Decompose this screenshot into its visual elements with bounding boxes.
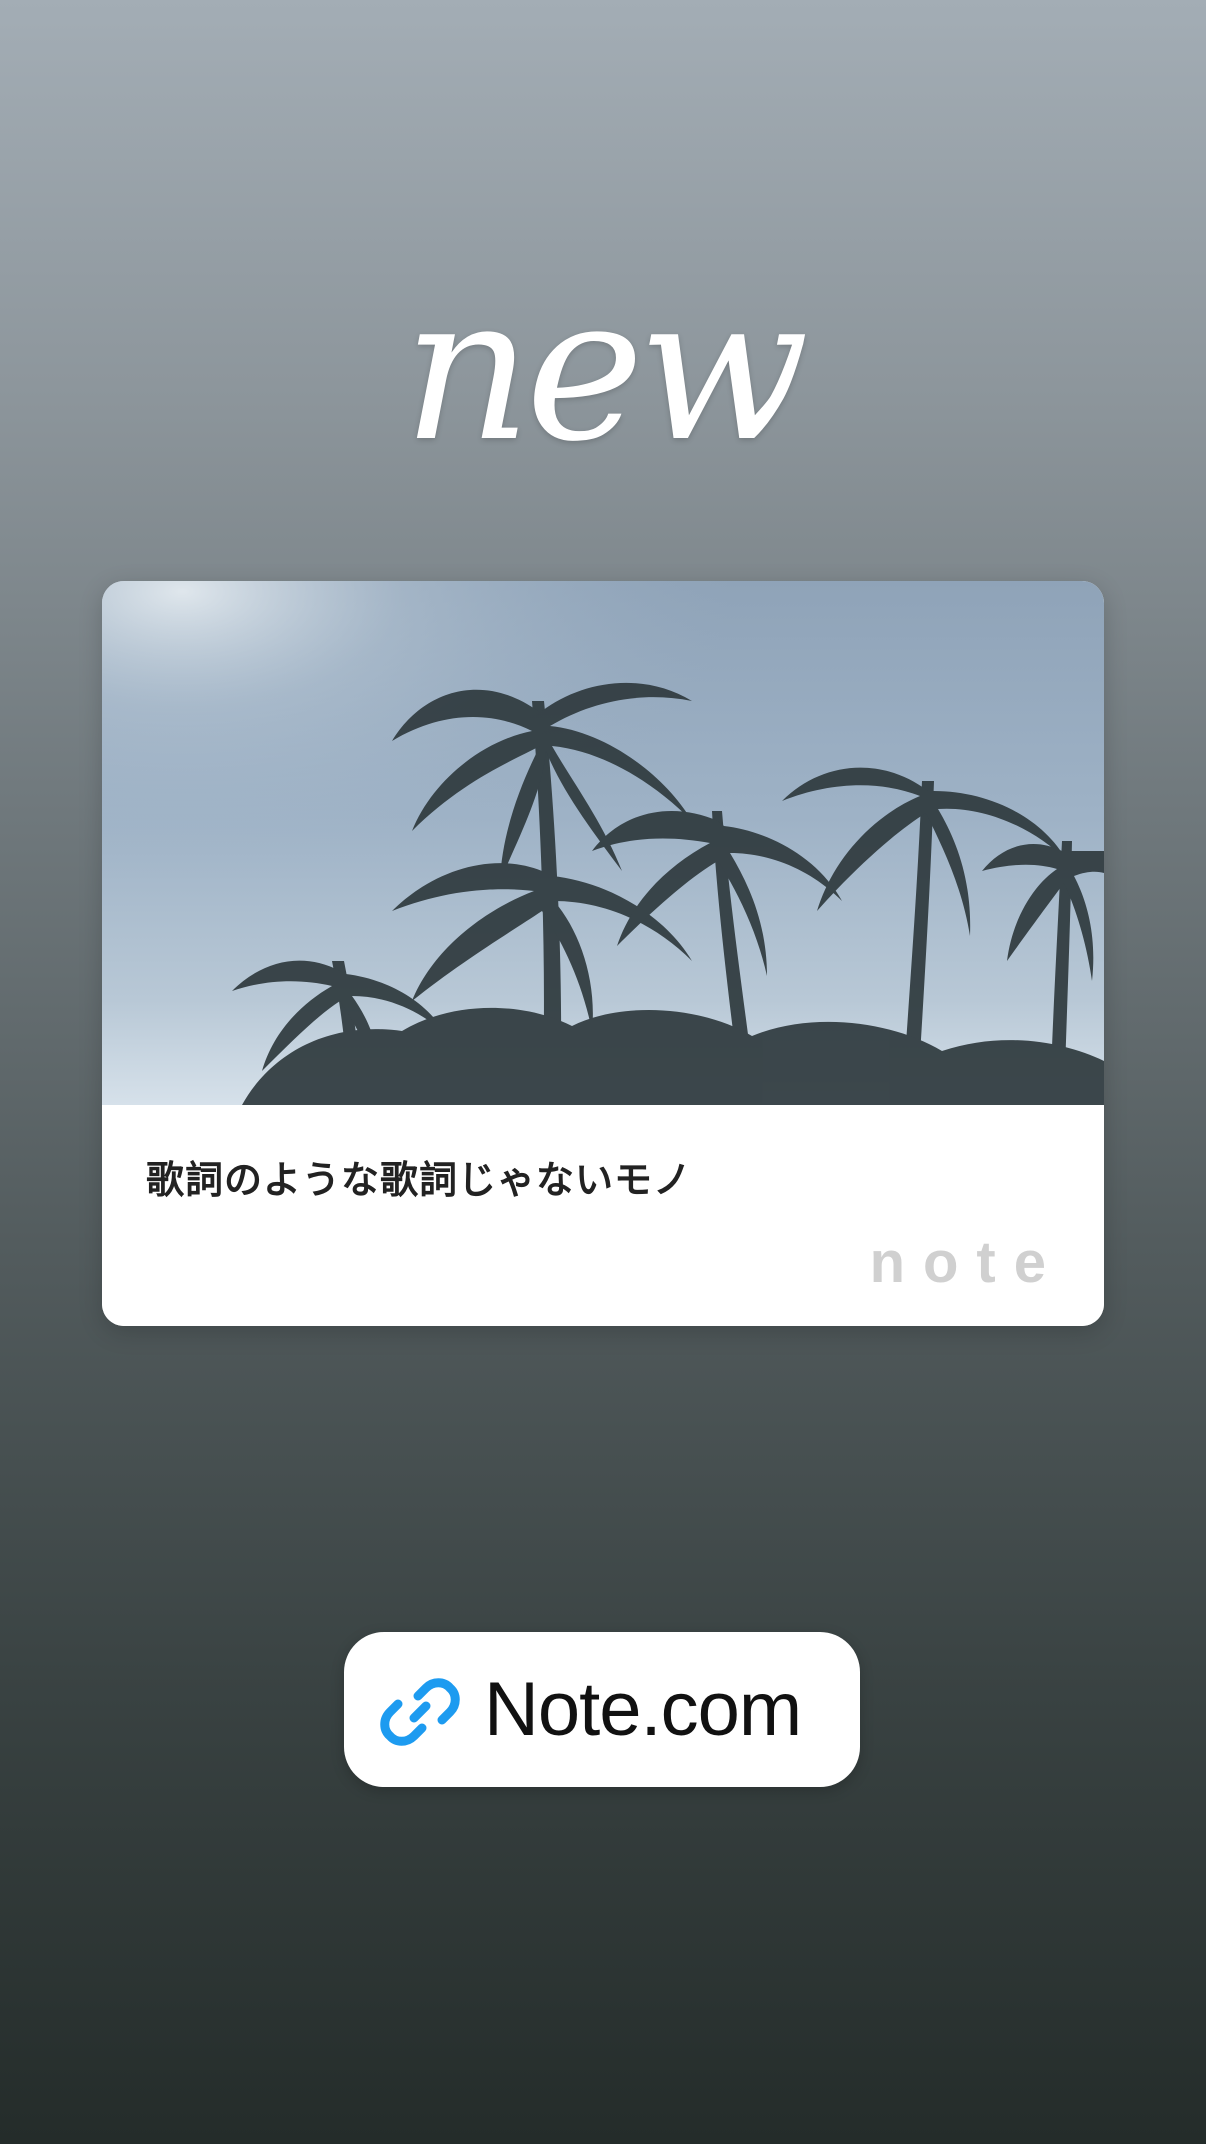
article-thumbnail-image — [102, 581, 1104, 1105]
note-article-card[interactable]: 歌詞のような歌詞じゃないモノ note — [102, 581, 1104, 1326]
story-canvas: new 歌詞のような歌詞じゃないモノ note Note.com — [0, 0, 1206, 2144]
article-title: 歌詞のような歌詞じゃないモノ — [146, 1158, 693, 1202]
note-logo: note — [869, 1230, 1064, 1295]
new-text-sticker[interactable]: new — [0, 270, 1206, 470]
palm-trees-photo — [102, 581, 1104, 1105]
card-body: 歌詞のような歌詞じゃないモノ note — [102, 1105, 1104, 1326]
link-sticker[interactable]: Note.com — [344, 1632, 860, 1787]
link-icon — [380, 1672, 460, 1752]
link-label: Note.com — [484, 1667, 802, 1752]
